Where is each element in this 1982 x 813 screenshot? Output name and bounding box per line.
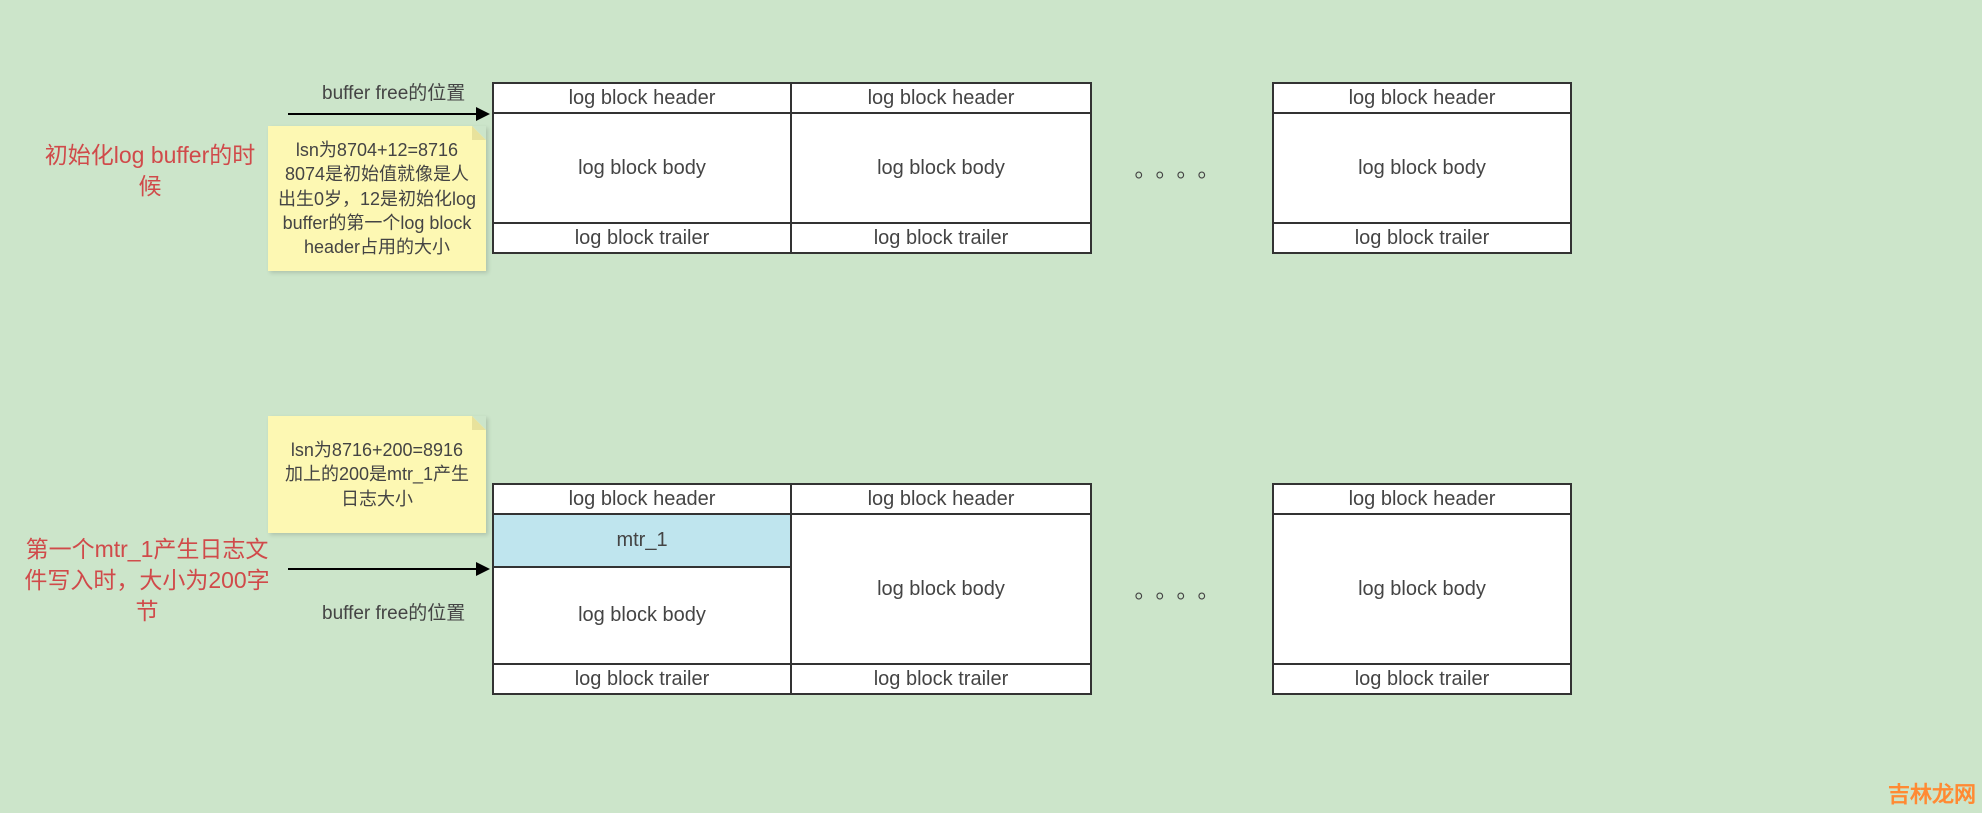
- block-body: log block body: [494, 568, 790, 663]
- arrow-label-init: buffer free的位置: [322, 78, 465, 105]
- arrow-label-mtr1: buffer free的位置: [322, 598, 465, 625]
- block-header: log block header: [792, 485, 1090, 515]
- blocks-row-mtr1: log block header mtr_1 log block body lo…: [492, 483, 1572, 695]
- label-mtr1: 第一个mtr_1产生日志文件写入时，大小为200字节: [22, 534, 272, 627]
- block-body: log block body: [792, 515, 1090, 663]
- log-block: log block header log block body log bloc…: [1272, 483, 1572, 695]
- block-trailer: log block trailer: [792, 222, 1090, 252]
- ellipsis: 。。。。: [1092, 573, 1272, 605]
- block-body: log block body: [1274, 114, 1570, 222]
- block-mtr: mtr_1: [494, 515, 790, 568]
- log-block: log block header log block body log bloc…: [492, 82, 792, 254]
- block-trailer: log block trailer: [792, 663, 1090, 693]
- watermark: 吉林龙网: [1888, 777, 1976, 809]
- block-trailer: log block trailer: [1274, 663, 1570, 693]
- label-init: 初始化log buffer的时候: [40, 140, 260, 202]
- log-block: log block header log block body log bloc…: [792, 82, 1092, 254]
- block-header: log block header: [1274, 84, 1570, 114]
- note-mtr1: lsn为8716+200=8916加上的200是mtr_1产生日志大小: [268, 416, 486, 533]
- block-body: log block body: [494, 114, 790, 222]
- block-header: log block header: [494, 84, 790, 114]
- block-body: log block body: [792, 114, 1090, 222]
- arrow-init: [288, 113, 488, 115]
- blocks-row-init: log block header log block body log bloc…: [492, 82, 1572, 254]
- log-block: log block header log block body log bloc…: [792, 483, 1092, 695]
- block-header: log block header: [792, 84, 1090, 114]
- block-body: log block body: [1274, 515, 1570, 663]
- log-block: log block header mtr_1 log block body lo…: [492, 483, 792, 695]
- ellipsis: 。。。。: [1092, 152, 1272, 184]
- block-trailer: log block trailer: [1274, 222, 1570, 252]
- block-trailer: log block trailer: [494, 222, 790, 252]
- block-trailer: log block trailer: [494, 663, 790, 693]
- block-header: log block header: [494, 485, 790, 515]
- note-init: lsn为8704+12=87168074是初始值就像是人出生0岁，12是初始化l…: [268, 126, 486, 271]
- block-header: log block header: [1274, 485, 1570, 515]
- arrow-mtr1: [288, 568, 488, 570]
- log-block: log block header log block body log bloc…: [1272, 82, 1572, 254]
